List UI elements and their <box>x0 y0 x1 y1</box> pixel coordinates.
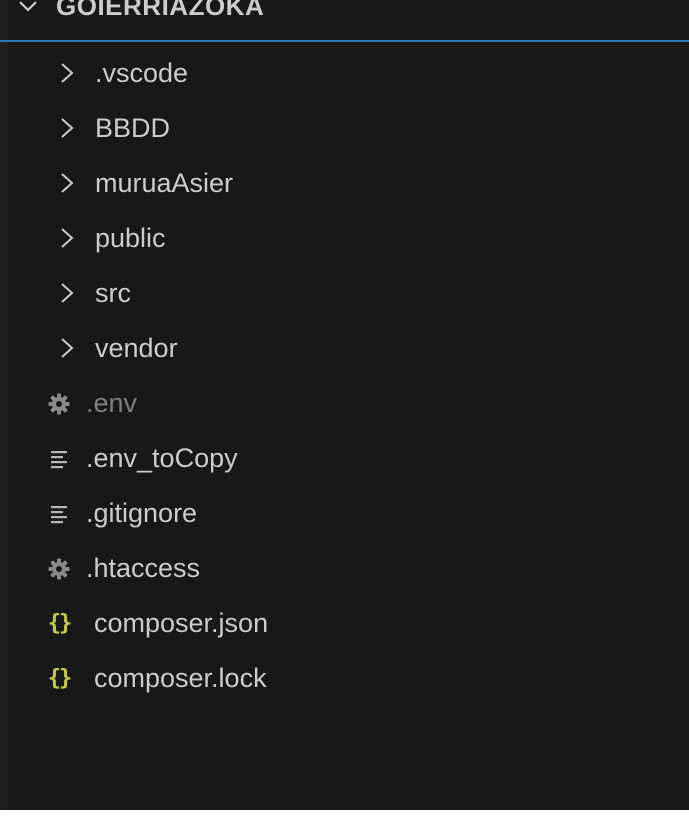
tree-folder-public[interactable]: public <box>0 211 689 266</box>
chevron-right-icon <box>61 63 74 83</box>
chevron-right-icon <box>61 338 74 358</box>
lines-icon <box>46 446 72 472</box>
explorer-root-label: GOIERRIAZOKA <box>56 0 265 21</box>
folder-label: muruaAsier <box>95 168 234 198</box>
json-braces-icon: {} <box>47 666 73 691</box>
explorer-root-header[interactable]: GOIERRIAZOKA <box>0 0 689 42</box>
folder-label: vendor <box>95 333 178 363</box>
lines-icon <box>46 501 72 527</box>
gear-icon <box>46 556 72 582</box>
file-label: .env_toCopy <box>86 443 238 473</box>
tree-file-gitignore[interactable]: .gitignore <box>0 486 689 541</box>
file-tree: .vscode BBDD muruaAsier public src vendo… <box>0 46 689 706</box>
gear-icon <box>46 391 72 417</box>
file-label: .env <box>86 388 138 418</box>
folder-label: .vscode <box>95 58 189 88</box>
folder-label: BBDD <box>95 113 171 143</box>
file-label: .gitignore <box>86 498 198 528</box>
tree-folder-bbdd[interactable]: BBDD <box>0 101 689 156</box>
chevron-right-icon <box>61 283 74 303</box>
json-braces-icon: {} <box>47 611 73 636</box>
chevron-down-icon <box>19 1 37 12</box>
file-label: .htaccess <box>86 553 201 583</box>
tree-folder-src[interactable]: src <box>0 266 689 321</box>
tree-file-env-tocopy[interactable]: .env_toCopy <box>0 431 689 486</box>
tree-file-composer-json[interactable]: {} composer.json <box>0 596 689 651</box>
tree-folder-muruaasier[interactable]: muruaAsier <box>0 156 689 211</box>
tree-file-composer-lock[interactable]: {} composer.lock <box>0 651 689 706</box>
folder-label: public <box>95 223 166 253</box>
file-explorer: GOIERRIAZOKA .vscode BBDD muruaAsier pub… <box>0 0 689 810</box>
chevron-right-icon <box>61 118 74 138</box>
file-label: composer.lock <box>94 663 267 693</box>
folder-label: src <box>95 278 131 308</box>
chevron-right-icon <box>61 228 74 248</box>
tree-folder-vscode[interactable]: .vscode <box>0 46 689 101</box>
file-label: composer.json <box>94 608 269 638</box>
chevron-right-icon <box>61 173 74 193</box>
tree-file-htaccess[interactable]: .htaccess <box>0 541 689 596</box>
tree-folder-vendor[interactable]: vendor <box>0 321 689 376</box>
tree-file-env[interactable]: .env <box>0 376 689 431</box>
